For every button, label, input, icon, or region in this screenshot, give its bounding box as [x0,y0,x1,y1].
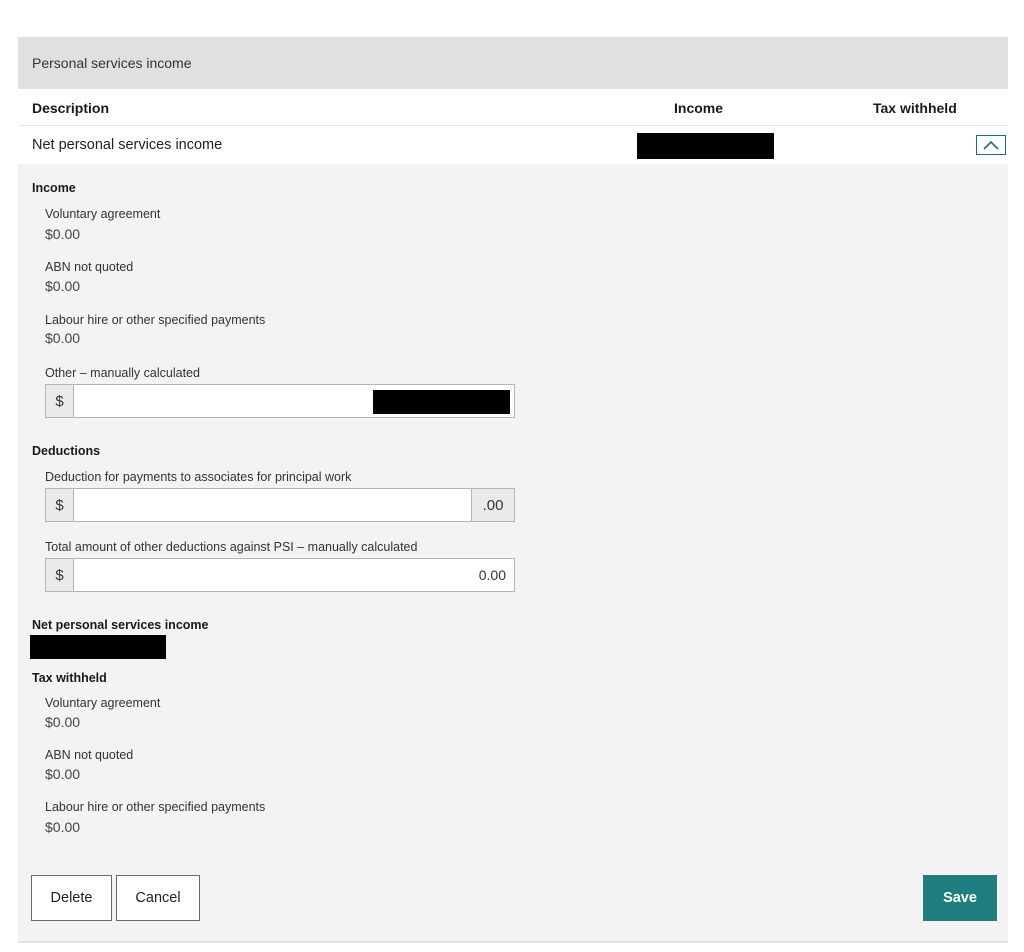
income-abn-value: $0.00 [45,278,81,294]
save-button[interactable]: Save [923,875,997,921]
divider [18,941,1008,943]
deduction-other-input[interactable] [74,559,514,591]
chevron-up-icon [983,140,999,150]
income-heading: Income [32,181,76,195]
income-labour-value: $0.00 [45,330,81,346]
income-other-label: Other – manually calculated [45,366,200,380]
psi-panel: Personal services income Description Inc… [18,37,1008,943]
delete-button[interactable]: Delete [31,875,112,921]
row-description: Net personal services income [32,137,223,153]
table-row: Net personal services income [18,126,1008,164]
currency-prefix: $ [46,559,74,591]
redacted-net-psi [30,635,166,659]
deduction-other-label: Total amount of other deductions against… [45,540,418,554]
income-labour-label: Labour hire or other specified payments [45,313,266,327]
tax-abn-label: ABN not quoted [45,748,134,762]
deduction-associates-input-group: $ .00 [45,488,515,522]
income-voluntary-value: $0.00 [45,226,81,242]
tax-voluntary-label: Voluntary agreement [45,696,161,710]
cents-suffix: .00 [471,489,514,521]
deduction-associates-label: Deduction for payments to associates for… [45,470,352,484]
column-header-income: Income [674,100,724,116]
income-abn-label: ABN not quoted [45,260,134,274]
redacted-other-income [373,390,510,414]
collapse-toggle-button[interactable] [976,135,1006,155]
currency-prefix: $ [46,385,74,417]
tax-abn-value: $0.00 [45,766,81,782]
tax-labour-value: $0.00 [45,819,81,835]
table-header: Description Income Tax withheld [18,89,1008,126]
deductions-heading: Deductions [32,444,101,458]
tax-voluntary-value: $0.00 [45,714,81,730]
income-voluntary-label: Voluntary agreement [45,207,161,221]
tax-labour-label: Labour hire or other specified payments [45,800,266,814]
section-header: Personal services income [18,37,1008,89]
redacted-income-value [637,133,774,159]
section-title: Personal services income [32,55,192,71]
currency-prefix: $ [46,489,74,521]
net-psi-heading: Net personal services income [32,618,209,632]
tax-withheld-heading: Tax withheld [32,671,107,685]
deduction-associates-input[interactable] [74,489,471,521]
column-header-description: Description [32,100,110,116]
column-header-tax-withheld: Tax withheld [873,100,957,116]
detail-panel: Income Voluntary agreement $0.00 ABN not… [18,164,1008,943]
cancel-button[interactable]: Cancel [116,875,200,921]
deduction-other-input-group: $ [45,558,515,592]
